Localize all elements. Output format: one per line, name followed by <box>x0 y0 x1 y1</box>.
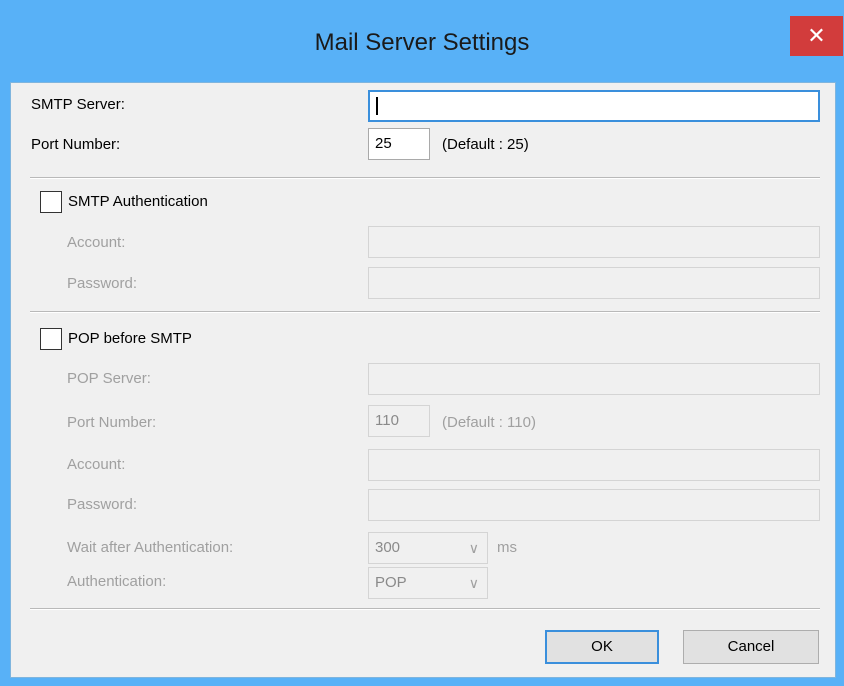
separator <box>30 608 820 610</box>
separator <box>30 177 820 179</box>
pop-account-input[interactable] <box>368 449 820 481</box>
auth-password-label: Password: <box>67 275 138 292</box>
ok-button[interactable]: OK <box>545 630 659 664</box>
dialog-title: Mail Server Settings <box>314 29 530 56</box>
smtp-port-label: Port Number: <box>31 136 121 153</box>
pop-port-label: Port Number: <box>67 414 157 431</box>
title-bar[interactable]: Mail Server Settings ✕ <box>0 0 844 82</box>
close-button[interactable]: ✕ <box>790 16 843 56</box>
cancel-button[interactable]: Cancel <box>683 630 819 664</box>
separator <box>30 311 820 313</box>
smtp-server-label: SMTP Server: <box>31 96 125 113</box>
pop-server-input[interactable] <box>368 363 820 395</box>
pop-password-input[interactable] <box>368 489 820 521</box>
wait-after-auth-select[interactable]: 300 ∨ <box>368 532 488 564</box>
text-caret <box>376 97 378 116</box>
dialog-window: Mail Server Settings ✕ SMTP Server: Port… <box>0 0 844 686</box>
auth-account-label: Account: <box>67 234 126 251</box>
pop-port-input[interactable]: 110 <box>368 405 430 437</box>
pop-account-label: Account: <box>67 456 126 473</box>
wait-after-auth-label: Wait after Authentication: <box>67 539 234 556</box>
chevron-down-icon: ∨ <box>468 540 479 556</box>
pop-before-smtp-label[interactable]: POP before SMTP <box>68 330 192 347</box>
smtp-server-input[interactable] <box>368 90 820 122</box>
close-icon: ✕ <box>807 23 826 48</box>
smtp-port-default: (Default : 25) <box>442 136 529 153</box>
smtp-port-input[interactable]: 25 <box>368 128 430 160</box>
authentication-select[interactable]: POP ∨ <box>368 567 488 599</box>
chevron-down-icon: ∨ <box>468 575 479 591</box>
auth-password-input[interactable] <box>368 267 820 299</box>
smtp-auth-checkbox[interactable] <box>40 191 62 213</box>
pop-port-default: (Default : 110) <box>442 414 536 431</box>
smtp-auth-label[interactable]: SMTP Authentication <box>68 193 208 210</box>
wait-unit-label: ms <box>497 539 517 556</box>
pop-before-smtp-checkbox[interactable] <box>40 328 62 350</box>
dialog-body: SMTP Server: Port Number: 25 (Default : … <box>10 82 836 678</box>
pop-server-label: POP Server: <box>67 370 151 387</box>
pop-password-label: Password: <box>67 496 138 513</box>
authentication-label: Authentication: <box>67 573 167 590</box>
auth-account-input[interactable] <box>368 226 820 258</box>
